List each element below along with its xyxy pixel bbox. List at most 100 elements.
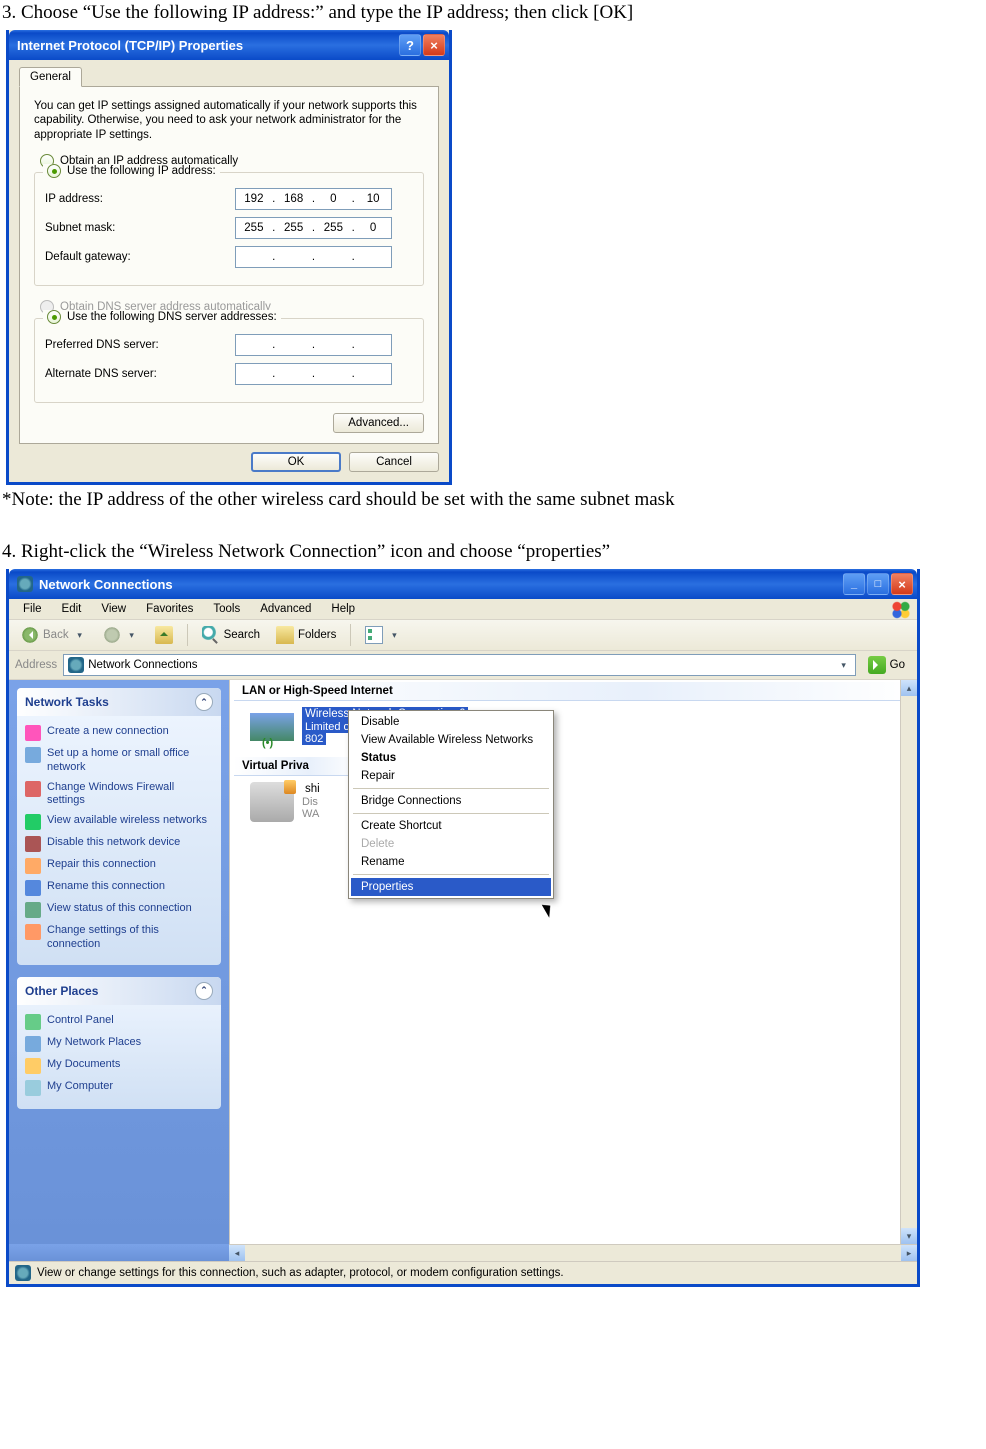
go-label: Go — [890, 659, 905, 671]
help-button[interactable]: ? — [399, 34, 421, 56]
subnet-mask-input[interactable]: 255. 255. 255. 0 — [235, 217, 392, 239]
sidebar-task-item[interactable]: Repair this connection — [25, 855, 213, 877]
scroll-up-button[interactable]: ▴ — [901, 680, 917, 696]
folders-label: Folders — [298, 629, 336, 641]
dialog-tabstrip: General — [19, 66, 439, 87]
alternate-dns-label: Alternate DNS server: — [45, 368, 235, 380]
ip-address-input[interactable]: 192. 168. 0. 10 — [235, 188, 392, 210]
content-area: LAN or High-Speed Internet Wireless Netw… — [229, 680, 917, 1244]
context-menu-item-repair[interactable]: Repair — [351, 767, 551, 785]
minimize-button[interactable]: _ — [843, 573, 865, 595]
context-menu-item-properties[interactable]: Properties — [351, 878, 551, 896]
window-titlebar[interactable]: Network Connections _ □ × — [9, 569, 917, 599]
sidebar-task-item[interactable]: Rename this connection — [25, 877, 213, 899]
category-vpn-header: Virtual Priva — [234, 757, 360, 776]
radio-use-following-dns[interactable]: Use the following DNS server addresses: — [43, 310, 281, 324]
sidebar-task-item[interactable]: Disable this network device — [25, 833, 213, 855]
sidebar-place-item[interactable]: My Documents — [25, 1055, 213, 1077]
radio-icon — [47, 310, 61, 324]
search-button[interactable]: Search — [196, 624, 266, 646]
sidebar-place-item[interactable]: Control Panel — [25, 1011, 213, 1033]
place-icon — [25, 1036, 41, 1052]
forward-button: ▾ — [97, 624, 145, 646]
manual-dns-fieldset: Use the following DNS server addresses: … — [34, 318, 424, 403]
scroll-right-button[interactable]: ▸ — [901, 1245, 917, 1261]
sidebar-task-item[interactable]: View status of this connection — [25, 899, 213, 921]
place-icon — [25, 1080, 41, 1096]
collapse-icon[interactable]: ⌃ — [195, 982, 213, 1000]
network-tasks-header[interactable]: Network Tasks ⌃ — [17, 688, 221, 716]
chevron-down-icon: ▾ — [387, 630, 401, 641]
menu-help[interactable]: Help — [323, 602, 363, 616]
windows-flag-icon — [891, 601, 911, 619]
menu-tools[interactable]: Tools — [205, 602, 248, 616]
back-button[interactable]: Back ▾ — [15, 624, 93, 646]
vertical-scrollbar[interactable]: ▴ ▾ — [900, 680, 917, 1244]
vpn-connection-icon — [250, 782, 294, 822]
context-menu-separator — [353, 813, 549, 814]
task-icon — [25, 781, 41, 797]
cancel-button[interactable]: Cancel — [349, 452, 439, 472]
menu-view[interactable]: View — [93, 602, 134, 616]
dialog-titlebar[interactable]: Internet Protocol (TCP/IP) Properties ? … — [9, 30, 449, 60]
chevron-down-icon: ▾ — [125, 630, 139, 641]
other-places-header[interactable]: Other Places ⌃ — [17, 977, 221, 1005]
sidebar-task-item[interactable]: Set up a home or small office network — [25, 744, 213, 778]
scroll-down-button[interactable]: ▾ — [901, 1228, 917, 1244]
radio-use-following-ip[interactable]: Use the following IP address: — [43, 164, 220, 178]
connection-status: Dis — [302, 796, 318, 808]
category-lan-header: LAN or High-Speed Internet — [234, 682, 913, 701]
task-label: Set up a home or small office network — [47, 747, 213, 775]
place-icon — [25, 1014, 41, 1030]
chevron-down-icon[interactable]: ▾ — [837, 660, 851, 671]
context-menu-item-create-shortcut[interactable]: Create Shortcut — [351, 817, 551, 835]
task-icon — [25, 836, 41, 852]
tab-general[interactable]: General — [19, 67, 82, 87]
task-label: Create a new connection — [47, 725, 169, 739]
connection-device: WA — [302, 808, 319, 820]
sidebar-place-item[interactable]: My Computer — [25, 1077, 213, 1099]
maximize-button[interactable]: □ — [867, 573, 889, 595]
close-button[interactable]: × — [423, 34, 445, 56]
network-connections-window: Network Connections _ □ × File Edit View… — [6, 569, 920, 1287]
panel-title: Other Places — [25, 984, 98, 998]
sidebar-task-item[interactable]: Change Windows Firewall settings — [25, 778, 213, 812]
close-button[interactable]: × — [891, 573, 913, 595]
menu-favorites[interactable]: Favorites — [138, 602, 201, 616]
up-button[interactable] — [149, 624, 179, 646]
sidebar-place-item[interactable]: My Network Places — [25, 1033, 213, 1055]
go-button[interactable]: Go — [862, 655, 911, 675]
forward-icon — [103, 626, 121, 644]
menu-edit[interactable]: Edit — [54, 602, 90, 616]
window-title: Network Connections — [39, 577, 173, 592]
horizontal-scrollbar[interactable]: ◂ ▸ — [229, 1244, 917, 1261]
folders-button[interactable]: Folders — [270, 624, 342, 646]
context-menu-item-status[interactable]: Status — [351, 749, 551, 767]
sidebar-task-item[interactable]: Change settings of this connection — [25, 921, 213, 955]
menu-file[interactable]: File — [15, 602, 50, 616]
sidebar-task-item[interactable]: Create a new connection — [25, 722, 213, 744]
task-icon — [25, 924, 41, 940]
alternate-dns-input[interactable]: . . . — [235, 363, 392, 385]
explorer-sidebar: Network Tasks ⌃ Create a new connection S… — [9, 680, 229, 1244]
default-gateway-input[interactable]: . . . — [235, 246, 392, 268]
advanced-button[interactable]: Advanced... — [333, 413, 424, 433]
context-menu-item-view-available-wireless-networks[interactable]: View Available Wireless Networks — [351, 731, 551, 749]
ok-button[interactable]: OK — [251, 452, 341, 472]
search-label: Search — [224, 629, 260, 641]
preferred-dns-input[interactable]: . . . — [235, 334, 392, 356]
context-menu-item-rename[interactable]: Rename — [351, 853, 551, 871]
collapse-icon[interactable]: ⌃ — [195, 693, 213, 711]
toolbar-separator — [187, 624, 188, 646]
context-menu-item-disable[interactable]: Disable — [351, 713, 551, 731]
context-menu-item-bridge-connections[interactable]: Bridge Connections — [351, 792, 551, 810]
sidebar-task-item[interactable]: View available wireless networks — [25, 811, 213, 833]
lock-icon — [284, 780, 296, 794]
other-places-panel: Other Places ⌃ Control PanelMy Network P… — [17, 977, 221, 1109]
address-input[interactable]: Network Connections ▾ — [63, 654, 855, 676]
views-button[interactable]: ▾ — [359, 624, 407, 646]
menu-advanced[interactable]: Advanced — [252, 602, 319, 616]
dialog-description: You can get IP settings assigned automat… — [34, 99, 424, 142]
scroll-left-button[interactable]: ◂ — [229, 1245, 245, 1261]
task-icon — [25, 814, 41, 830]
